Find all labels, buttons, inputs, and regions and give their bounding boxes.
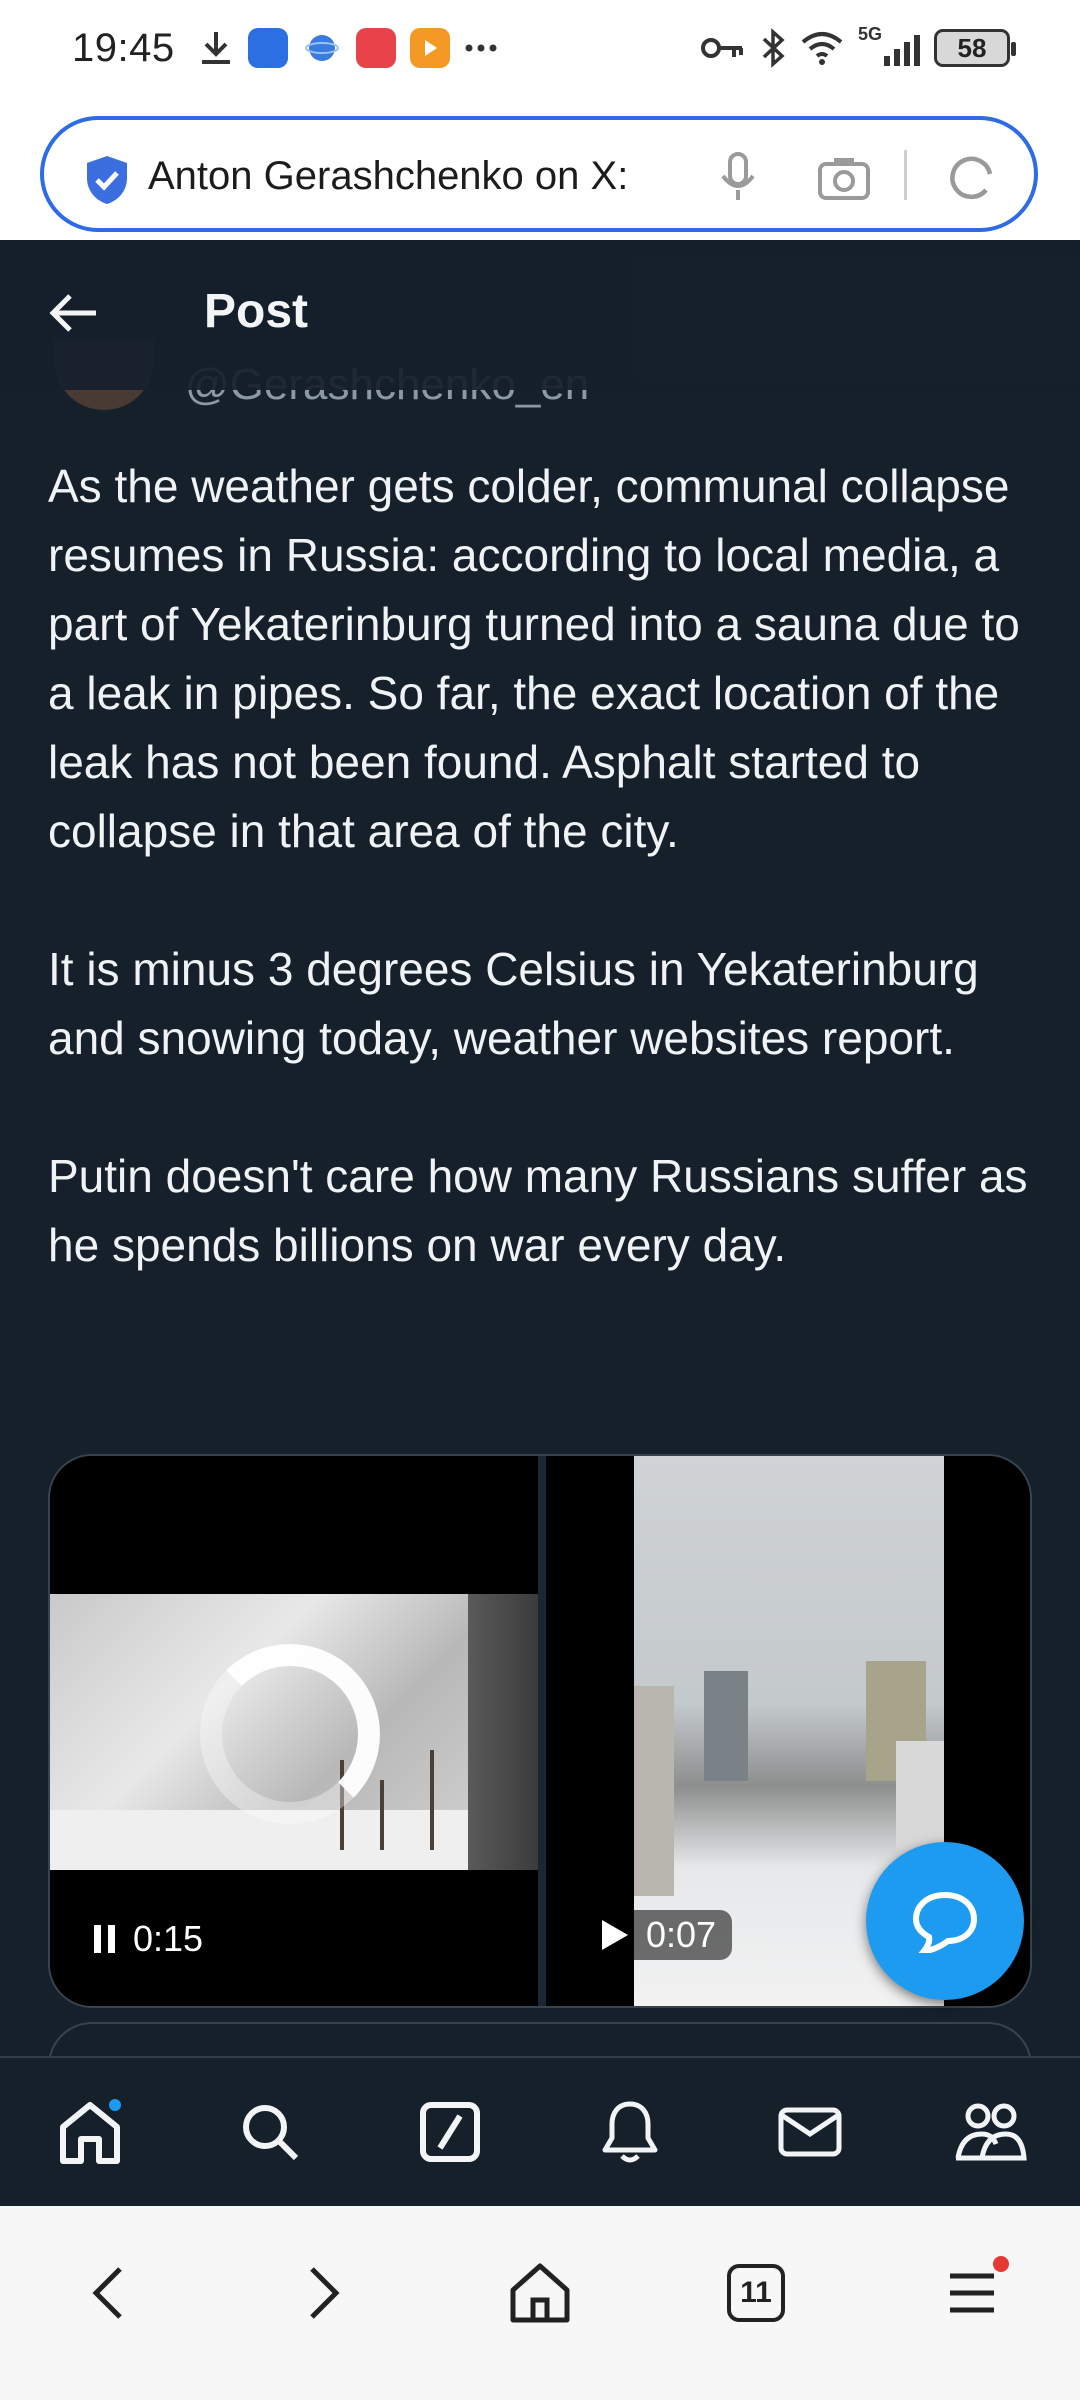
- nav-notifications[interactable]: [590, 2092, 670, 2172]
- nav-grok[interactable]: [410, 2092, 490, 2172]
- microphone-icon[interactable]: [718, 150, 758, 206]
- huawei-app-icon: [356, 28, 396, 68]
- more-notifications-icon: [465, 44, 497, 52]
- browser-nav-bar: 11: [0, 2206, 1080, 2400]
- browser-forward-button[interactable]: [279, 2248, 369, 2338]
- address-text[interactable]: Anton Gerashchenko on X:: [148, 154, 628, 199]
- notification-icons: [198, 28, 498, 68]
- notifications-icon: [602, 2101, 658, 2163]
- post-paragraph: Putin doesn't care how many Russians suf…: [48, 1150, 1028, 1271]
- communities-icon: [955, 2103, 1027, 2161]
- wifi-icon: [801, 32, 843, 65]
- browser-menu-button[interactable]: [927, 2248, 1017, 2338]
- tabs-button[interactable]: 11: [711, 2248, 801, 2338]
- address-bar[interactable]: Anton Gerashchenko on X:: [40, 116, 1038, 232]
- home-icon: [510, 2263, 570, 2323]
- grok-icon: [420, 2102, 480, 2162]
- search-icon: [243, 2105, 299, 2161]
- app-notification-icon: [248, 28, 288, 68]
- camera-icon[interactable]: [816, 150, 872, 206]
- page-title: Post: [204, 285, 309, 338]
- bottom-nav: [0, 2056, 1080, 2206]
- notification-dot: [106, 2096, 124, 2114]
- nav-messages[interactable]: [770, 2092, 850, 2172]
- signal-indicator: 5G: [858, 24, 920, 68]
- pause-icon[interactable]: [94, 1925, 115, 1953]
- post-paragraph: As the weather gets colder, communal col…: [48, 460, 1020, 857]
- chevron-left-icon: [92, 2267, 122, 2319]
- nav-communities[interactable]: [950, 2092, 1030, 2172]
- browser-home-button[interactable]: [495, 2248, 585, 2338]
- video-time: 0:15: [133, 1918, 204, 1959]
- globe-notification-icon: [302, 28, 342, 68]
- video-controls[interactable]: 0:07: [586, 1910, 733, 1960]
- post-paragraph: It is minus 3 degrees Celsius in Yekater…: [48, 943, 979, 1064]
- status-bar: 19:45 5G 58: [0, 0, 1080, 100]
- menu-icon: [950, 2273, 994, 2313]
- loading-spinner-icon: [200, 1644, 380, 1824]
- notification-dot: [993, 2256, 1009, 2272]
- video-app-icon: [410, 28, 450, 68]
- key-icon: [701, 38, 743, 58]
- shield-icon[interactable]: [84, 154, 130, 206]
- browser-toolbar: Anton Gerashchenko on X:: [0, 100, 1080, 240]
- back-arrow-icon[interactable]: [44, 288, 104, 338]
- nav-home[interactable]: [50, 2092, 130, 2172]
- video-player-1[interactable]: 0:15: [50, 1456, 538, 2006]
- bluetooth-icon: [762, 28, 785, 68]
- video-time: 0:07: [646, 1914, 717, 1955]
- address-divider: [904, 150, 907, 200]
- tabs-count: 11: [727, 2264, 785, 2322]
- messages-icon: [778, 2107, 842, 2157]
- reload-icon[interactable]: [946, 150, 998, 206]
- browser-back-button[interactable]: [63, 2248, 153, 2338]
- chevron-right-icon: [310, 2267, 340, 2319]
- play-icon[interactable]: [602, 1920, 628, 1950]
- post-header: Post: [0, 240, 1080, 390]
- post-text: As the weather gets colder, communal col…: [48, 452, 1048, 1349]
- video-controls[interactable]: 0:15: [94, 1918, 203, 1960]
- download-icon: [202, 32, 230, 64]
- chat-bubble-icon: [912, 1891, 978, 1953]
- screen: 19:45 5G 58 Anton Gerashchenko on X: Pos…: [0, 0, 1080, 2400]
- system-icons: 5G 58: [700, 24, 1016, 68]
- status-time: 19:45: [72, 26, 175, 70]
- battery-indicator: 58: [934, 29, 1016, 67]
- reply-fab[interactable]: [866, 1842, 1024, 2000]
- video-frame: [50, 1594, 538, 1870]
- signal-icon: [884, 35, 920, 66]
- nav-search[interactable]: [230, 2092, 310, 2172]
